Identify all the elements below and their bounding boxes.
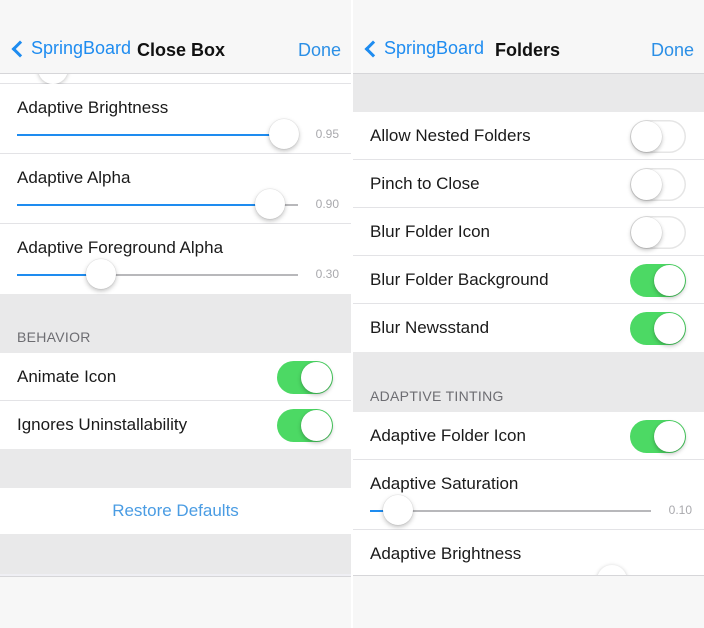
back-label: SpringBoard [384,38,485,58]
slider-label: Adaptive Brightness [17,98,169,117]
toggle-knob [631,169,662,200]
toggle-knob [654,421,685,452]
adaptive-alpha-slider[interactable] [17,189,298,219]
section-gap [0,449,351,488]
toggle-cell: Blur Folder Icon [353,208,704,256]
toggle-label: Allow Nested Folders [370,126,531,145]
blur-folder-icon-toggle[interactable] [630,216,686,249]
toggle-knob [631,217,662,248]
slider-label: Adaptive Saturation [370,474,519,493]
slider-cell: Adaptive Saturation 0.10 [353,460,704,530]
toggle-knob [631,121,662,152]
slider-thumb[interactable] [86,259,116,289]
toggle-cell: Blur Folder Background [353,256,704,304]
section-header: BEHAVIOR [0,294,351,353]
slider-fill [17,134,284,136]
nav-bar: SpringBoard Folders Done [353,0,704,74]
done-button[interactable]: Done [651,40,694,61]
toggle-cell: Adaptive Folder Icon [353,412,704,460]
page-title: Folders [495,40,561,60]
settings-list: Allow Nested Folders Pinch to Close Blur… [353,74,704,595]
slider-cell: Adaptive Brightness 0.95 [0,84,351,154]
blur-newsstand-toggle[interactable] [630,312,686,345]
slider-label: Adaptive Alpha [17,168,131,187]
ignores-uninstallability-toggle[interactable] [277,409,333,442]
slider-label: Adaptive Brightness [370,544,522,563]
bottom-toolbar [353,575,704,628]
back-button[interactable]: SpringBoard [361,38,484,59]
toggle-label: Animate Icon [17,367,117,386]
toggle-knob [301,410,332,441]
done-button[interactable]: Done [298,40,341,61]
toggle-label: Blur Folder Icon [370,222,490,241]
chevron-left-icon [11,40,29,57]
toggle-knob [301,362,332,393]
adaptive-folder-icon-toggle[interactable] [630,420,686,453]
bottom-toolbar [0,576,351,628]
back-label: SpringBoard [31,38,132,58]
slider-thumb[interactable] [255,189,285,219]
toggle-knob [654,313,685,344]
slider-value: 0.90 [315,197,339,211]
slider-thumb[interactable] [383,495,413,525]
toggle-knob [654,265,685,296]
toggle-label: Blur Folder Background [370,270,549,289]
toggle-cell: Allow Nested Folders [353,112,704,160]
slider-value: 0.10 [668,503,692,517]
section-gap [0,534,351,574]
slider-cell: Adaptive Alpha 0.90 [0,154,351,224]
settings-list: Adaptive Brightness 0.95 Adaptive Alpha … [0,54,351,574]
toggle-label: Adaptive Folder Icon [370,426,526,445]
back-button[interactable]: SpringBoard [8,38,131,59]
nav-bar: SpringBoard Close Box Done [0,0,351,74]
section-header: ADAPTIVE TINTING [353,352,704,412]
slider-thumb[interactable] [269,119,299,149]
close-box-screen: SpringBoard Close Box Done Adaptive Brig… [0,0,351,628]
restore-defaults-cell: Restore Defaults [0,488,351,534]
toggle-label: Pinch to Close [370,174,480,193]
slider-fill [17,204,270,206]
adaptive-foreground-alpha-slider[interactable] [17,259,298,289]
adaptive-saturation-slider[interactable] [370,495,651,525]
section-gap [353,74,704,112]
pinch-to-close-toggle[interactable] [630,168,686,201]
slider-cell: Adaptive Foreground Alpha 0.30 [0,224,351,294]
restore-defaults-button[interactable]: Restore Defaults [112,501,239,521]
slider-value: 0.30 [315,267,339,281]
partial-slider-cell [0,54,351,84]
folders-screen: SpringBoard Folders Done Allow Nested Fo… [353,0,704,628]
toggle-cell: Ignores Uninstallability [0,401,351,449]
toggle-cell: Blur Newsstand [353,304,704,352]
toggle-label: Ignores Uninstallability [17,415,188,434]
page-title: Close Box [137,40,226,60]
toggle-cell: Pinch to Close [353,160,704,208]
chevron-left-icon [364,40,382,57]
adaptive-brightness-slider[interactable] [17,119,299,149]
toggle-label: Blur Newsstand [370,318,490,337]
slider-value: 0.95 [315,127,339,141]
toggle-cell: Animate Icon [0,353,351,401]
allow-nested-folders-toggle[interactable] [630,120,686,153]
slider-label: Adaptive Foreground Alpha [17,238,224,257]
blur-folder-background-toggle[interactable] [630,264,686,297]
animate-icon-toggle[interactable] [277,361,333,394]
